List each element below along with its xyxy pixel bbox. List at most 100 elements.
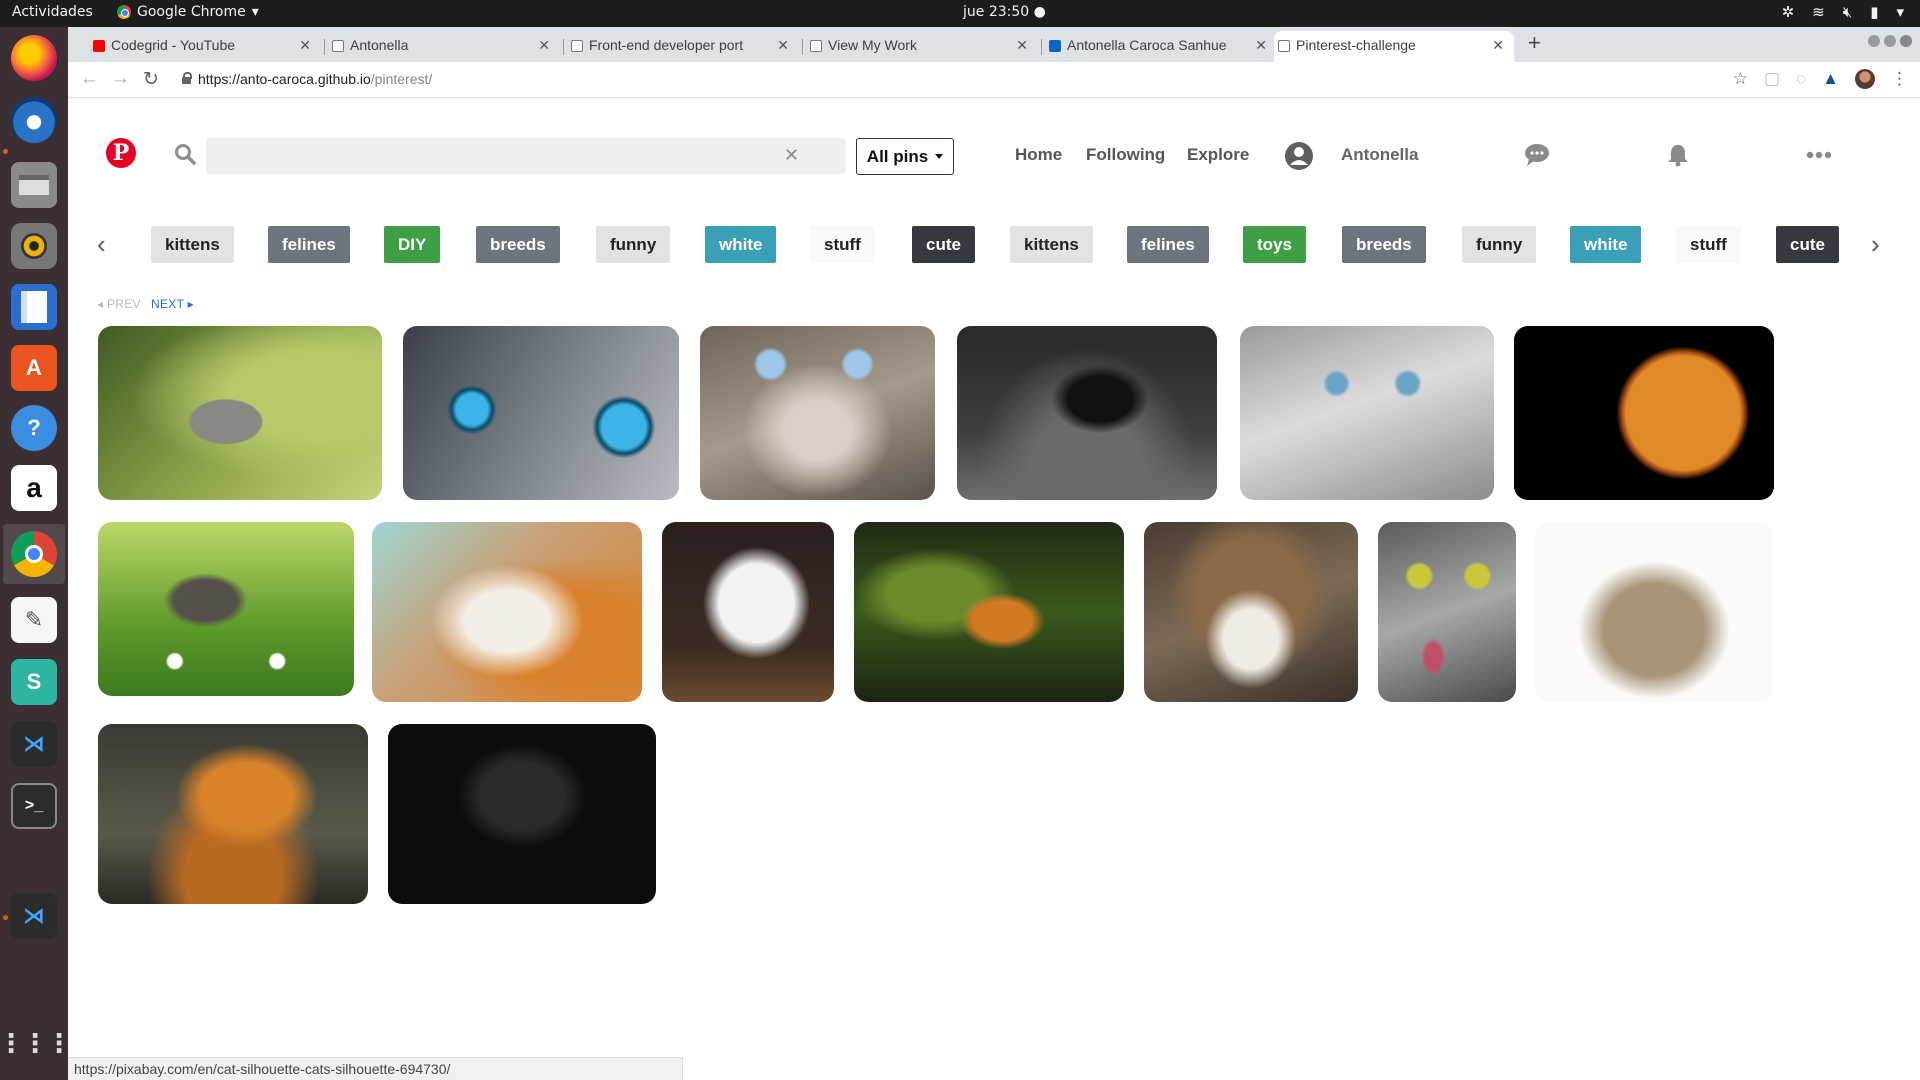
nav-explore[interactable]: Explore: [1187, 145, 1249, 165]
pin-image[interactable]: [1240, 326, 1494, 500]
app-menu[interactable]: Google Chrome ▾: [117, 4, 259, 20]
chip-breeds[interactable]: breeds: [1342, 226, 1426, 263]
files-icon[interactable]: [11, 162, 57, 208]
tab-linkedin[interactable]: Antonella Caroca Sanhue ✕: [1045, 31, 1277, 62]
new-tab-button[interactable]: +: [1528, 30, 1541, 56]
chevron-left-icon[interactable]: ‹: [97, 229, 106, 260]
all-pins-dropdown[interactable]: All pins: [856, 138, 954, 175]
menu-dots-icon[interactable]: ⋮: [1891, 69, 1908, 89]
pin-image[interactable]: [98, 724, 368, 904]
help-icon[interactable]: ?: [11, 405, 57, 451]
pin-image[interactable]: [1378, 522, 1516, 702]
nav-home[interactable]: Home: [1015, 145, 1062, 165]
tab-antonella[interactable]: Antonella ✕: [328, 31, 560, 62]
chrome-icon[interactable]: [11, 531, 57, 577]
pin-image[interactable]: [957, 326, 1217, 500]
tab-youtube[interactable]: Codegrid - YouTube ✕: [89, 31, 321, 62]
pin-image[interactable]: [700, 326, 935, 500]
tab-pinterest-challenge[interactable]: Pinterest-challenge ✕: [1274, 31, 1514, 62]
pin-image[interactable]: [1514, 326, 1774, 500]
activities-button[interactable]: Actividades: [12, 4, 93, 20]
back-button[interactable]: ←: [80, 68, 99, 90]
close-icon[interactable]: ✕: [1492, 37, 1504, 54]
user-name[interactable]: Antonella: [1341, 145, 1418, 165]
pin-image[interactable]: [1535, 522, 1773, 702]
clear-search-icon[interactable]: ✕: [784, 145, 799, 166]
system-clock[interactable]: jue 23:50 ●: [963, 4, 1046, 20]
pin-image[interactable]: [98, 522, 354, 696]
next-page-link[interactable]: NEXT ▸: [151, 297, 194, 311]
thunderbird-icon[interactable]: [11, 97, 57, 143]
wifi-icon[interactable]: ≋: [1812, 3, 1825, 21]
pin-image[interactable]: [372, 522, 642, 702]
chevron-down-icon[interactable]: ▾: [1896, 3, 1904, 21]
close-icon[interactable]: ✕: [777, 37, 789, 54]
chip-kittens[interactable]: kittens: [151, 226, 234, 263]
terminal-icon[interactable]: >_: [11, 783, 57, 829]
user-avatar-icon[interactable]: [1284, 141, 1314, 171]
chip-toys[interactable]: toys: [1243, 226, 1306, 263]
chip-diy[interactable]: DIY: [384, 226, 441, 263]
chip-breeds[interactable]: breeds: [476, 226, 560, 263]
close-icon[interactable]: ✕: [1255, 37, 1267, 54]
chip-white[interactable]: white: [705, 226, 777, 263]
lock-icon[interactable]: [182, 72, 192, 84]
chip-stuff[interactable]: stuff: [1676, 226, 1741, 263]
firefox-icon[interactable]: [11, 35, 57, 81]
volume-muted-icon[interactable]: 🔇︎: [1843, 3, 1852, 21]
search-icon[interactable]: [174, 143, 196, 165]
writer-icon[interactable]: [11, 284, 57, 330]
rhythmbox-icon[interactable]: [11, 223, 57, 269]
battery-icon[interactable]: ▮: [1870, 3, 1878, 21]
more-options-icon[interactable]: [1805, 143, 1833, 167]
pin-image[interactable]: [1144, 522, 1358, 702]
chip-felines[interactable]: felines: [1127, 226, 1209, 263]
slack-icon[interactable]: S: [11, 659, 57, 705]
chip-funny[interactable]: funny: [1462, 226, 1537, 263]
pin-image[interactable]: [854, 522, 1124, 702]
chip-funny[interactable]: funny: [596, 226, 671, 263]
pin-image[interactable]: [403, 326, 679, 500]
chip-felines[interactable]: felines: [268, 226, 350, 263]
forward-button[interactable]: →: [111, 68, 130, 90]
pin-image[interactable]: [98, 326, 382, 500]
pin-image[interactable]: [662, 522, 834, 702]
show-apps-icon[interactable]: ⋮⋮⋮: [0, 1020, 72, 1066]
vscode-icon[interactable]: ⋊: [11, 893, 57, 939]
close-icon[interactable]: ✕: [538, 37, 550, 54]
tab-portfolio[interactable]: Front-end developer port ✕: [567, 31, 799, 62]
extension-icon[interactable]: ◌: [1796, 69, 1806, 89]
bookmark-star-icon[interactable]: ☆: [1733, 69, 1748, 89]
chip-cute[interactable]: cute: [1776, 226, 1839, 263]
chip-cute[interactable]: cute: [912, 226, 975, 263]
chip-stuff[interactable]: stuff: [810, 226, 875, 263]
system-tray[interactable]: ✲ ≋ 🔇︎ ▮ ▾: [1782, 3, 1904, 21]
chevron-right-icon[interactable]: ›: [1871, 229, 1880, 260]
close-icon[interactable]: ✕: [299, 37, 311, 54]
window-controls[interactable]: [1868, 35, 1912, 47]
pin-image[interactable]: [388, 724, 656, 904]
extension-icon[interactable]: ▢: [1764, 69, 1780, 89]
chip-kittens[interactable]: kittens: [1010, 226, 1093, 263]
search-input[interactable]: [206, 138, 846, 174]
tab-view-my-work[interactable]: View My Work ✕: [806, 31, 1038, 62]
profile-avatar[interactable]: [1855, 69, 1875, 89]
reload-button[interactable]: ↻: [143, 68, 159, 91]
close-window-button[interactable]: [1900, 35, 1912, 47]
notifications-bell-icon[interactable]: [1664, 143, 1692, 167]
maximize-button[interactable]: [1884, 35, 1896, 47]
accessibility-icon[interactable]: ✲: [1782, 3, 1795, 21]
drive-extension-icon[interactable]: ▲: [1822, 69, 1839, 89]
text-editor-icon[interactable]: ✎: [11, 597, 57, 643]
close-icon[interactable]: ✕: [1016, 37, 1028, 54]
amazon-icon[interactable]: a: [11, 465, 57, 511]
minimize-button[interactable]: [1868, 35, 1880, 47]
prev-page-link[interactable]: ◂ PREV: [97, 297, 141, 311]
software-center-icon[interactable]: A: [11, 345, 57, 391]
messages-icon[interactable]: [1523, 143, 1551, 167]
vscode-icon[interactable]: ⋊: [11, 721, 57, 767]
pinterest-logo-icon[interactable]: P: [106, 138, 136, 168]
chip-white[interactable]: white: [1570, 226, 1642, 263]
nav-following[interactable]: Following: [1086, 145, 1165, 165]
address-bar[interactable]: https://anto-caroca.github.io/pinterest/: [178, 66, 1738, 94]
